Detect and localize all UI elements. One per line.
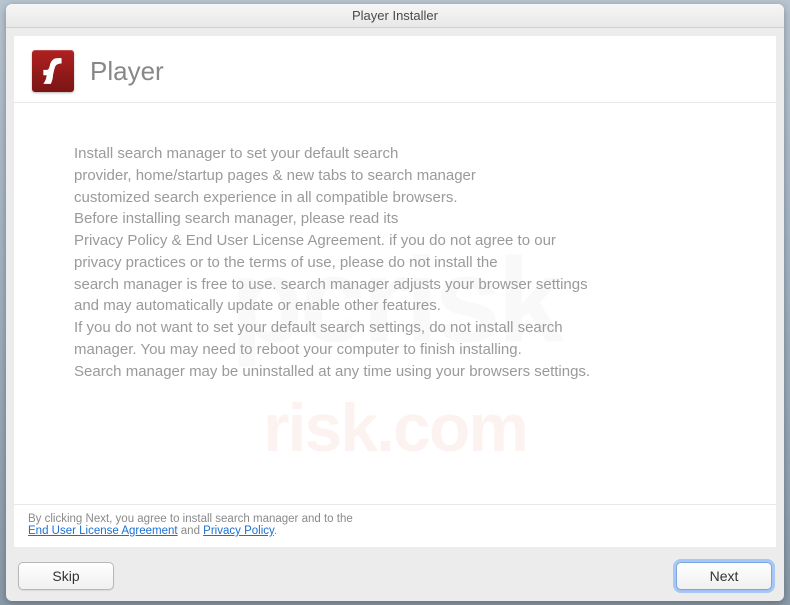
- installer-window: Player Installer pcrisk risk.com Player …: [6, 4, 784, 601]
- footer-disclaimer: By clicking Next, you agree to install s…: [14, 504, 776, 547]
- footer-prefix: By clicking Next, you agree to install s…: [28, 513, 353, 525]
- button-bar: Skip Next: [6, 555, 784, 601]
- body-text: Install search manager to set your defau…: [14, 103, 776, 504]
- footer-suffix: .: [274, 525, 277, 537]
- header: Player: [14, 36, 776, 103]
- header-title: Player: [90, 56, 164, 87]
- footer-and: and: [178, 525, 204, 537]
- content-panel: pcrisk risk.com Player Install search ma…: [14, 36, 776, 547]
- eula-link[interactable]: End User License Agreement: [28, 525, 178, 537]
- next-button[interactable]: Next: [676, 562, 772, 590]
- flash-player-icon: [32, 50, 74, 92]
- titlebar: Player Installer: [6, 4, 784, 28]
- window-title: Player Installer: [352, 8, 438, 23]
- skip-button[interactable]: Skip: [18, 562, 114, 590]
- privacy-policy-link[interactable]: Privacy Policy: [203, 525, 274, 537]
